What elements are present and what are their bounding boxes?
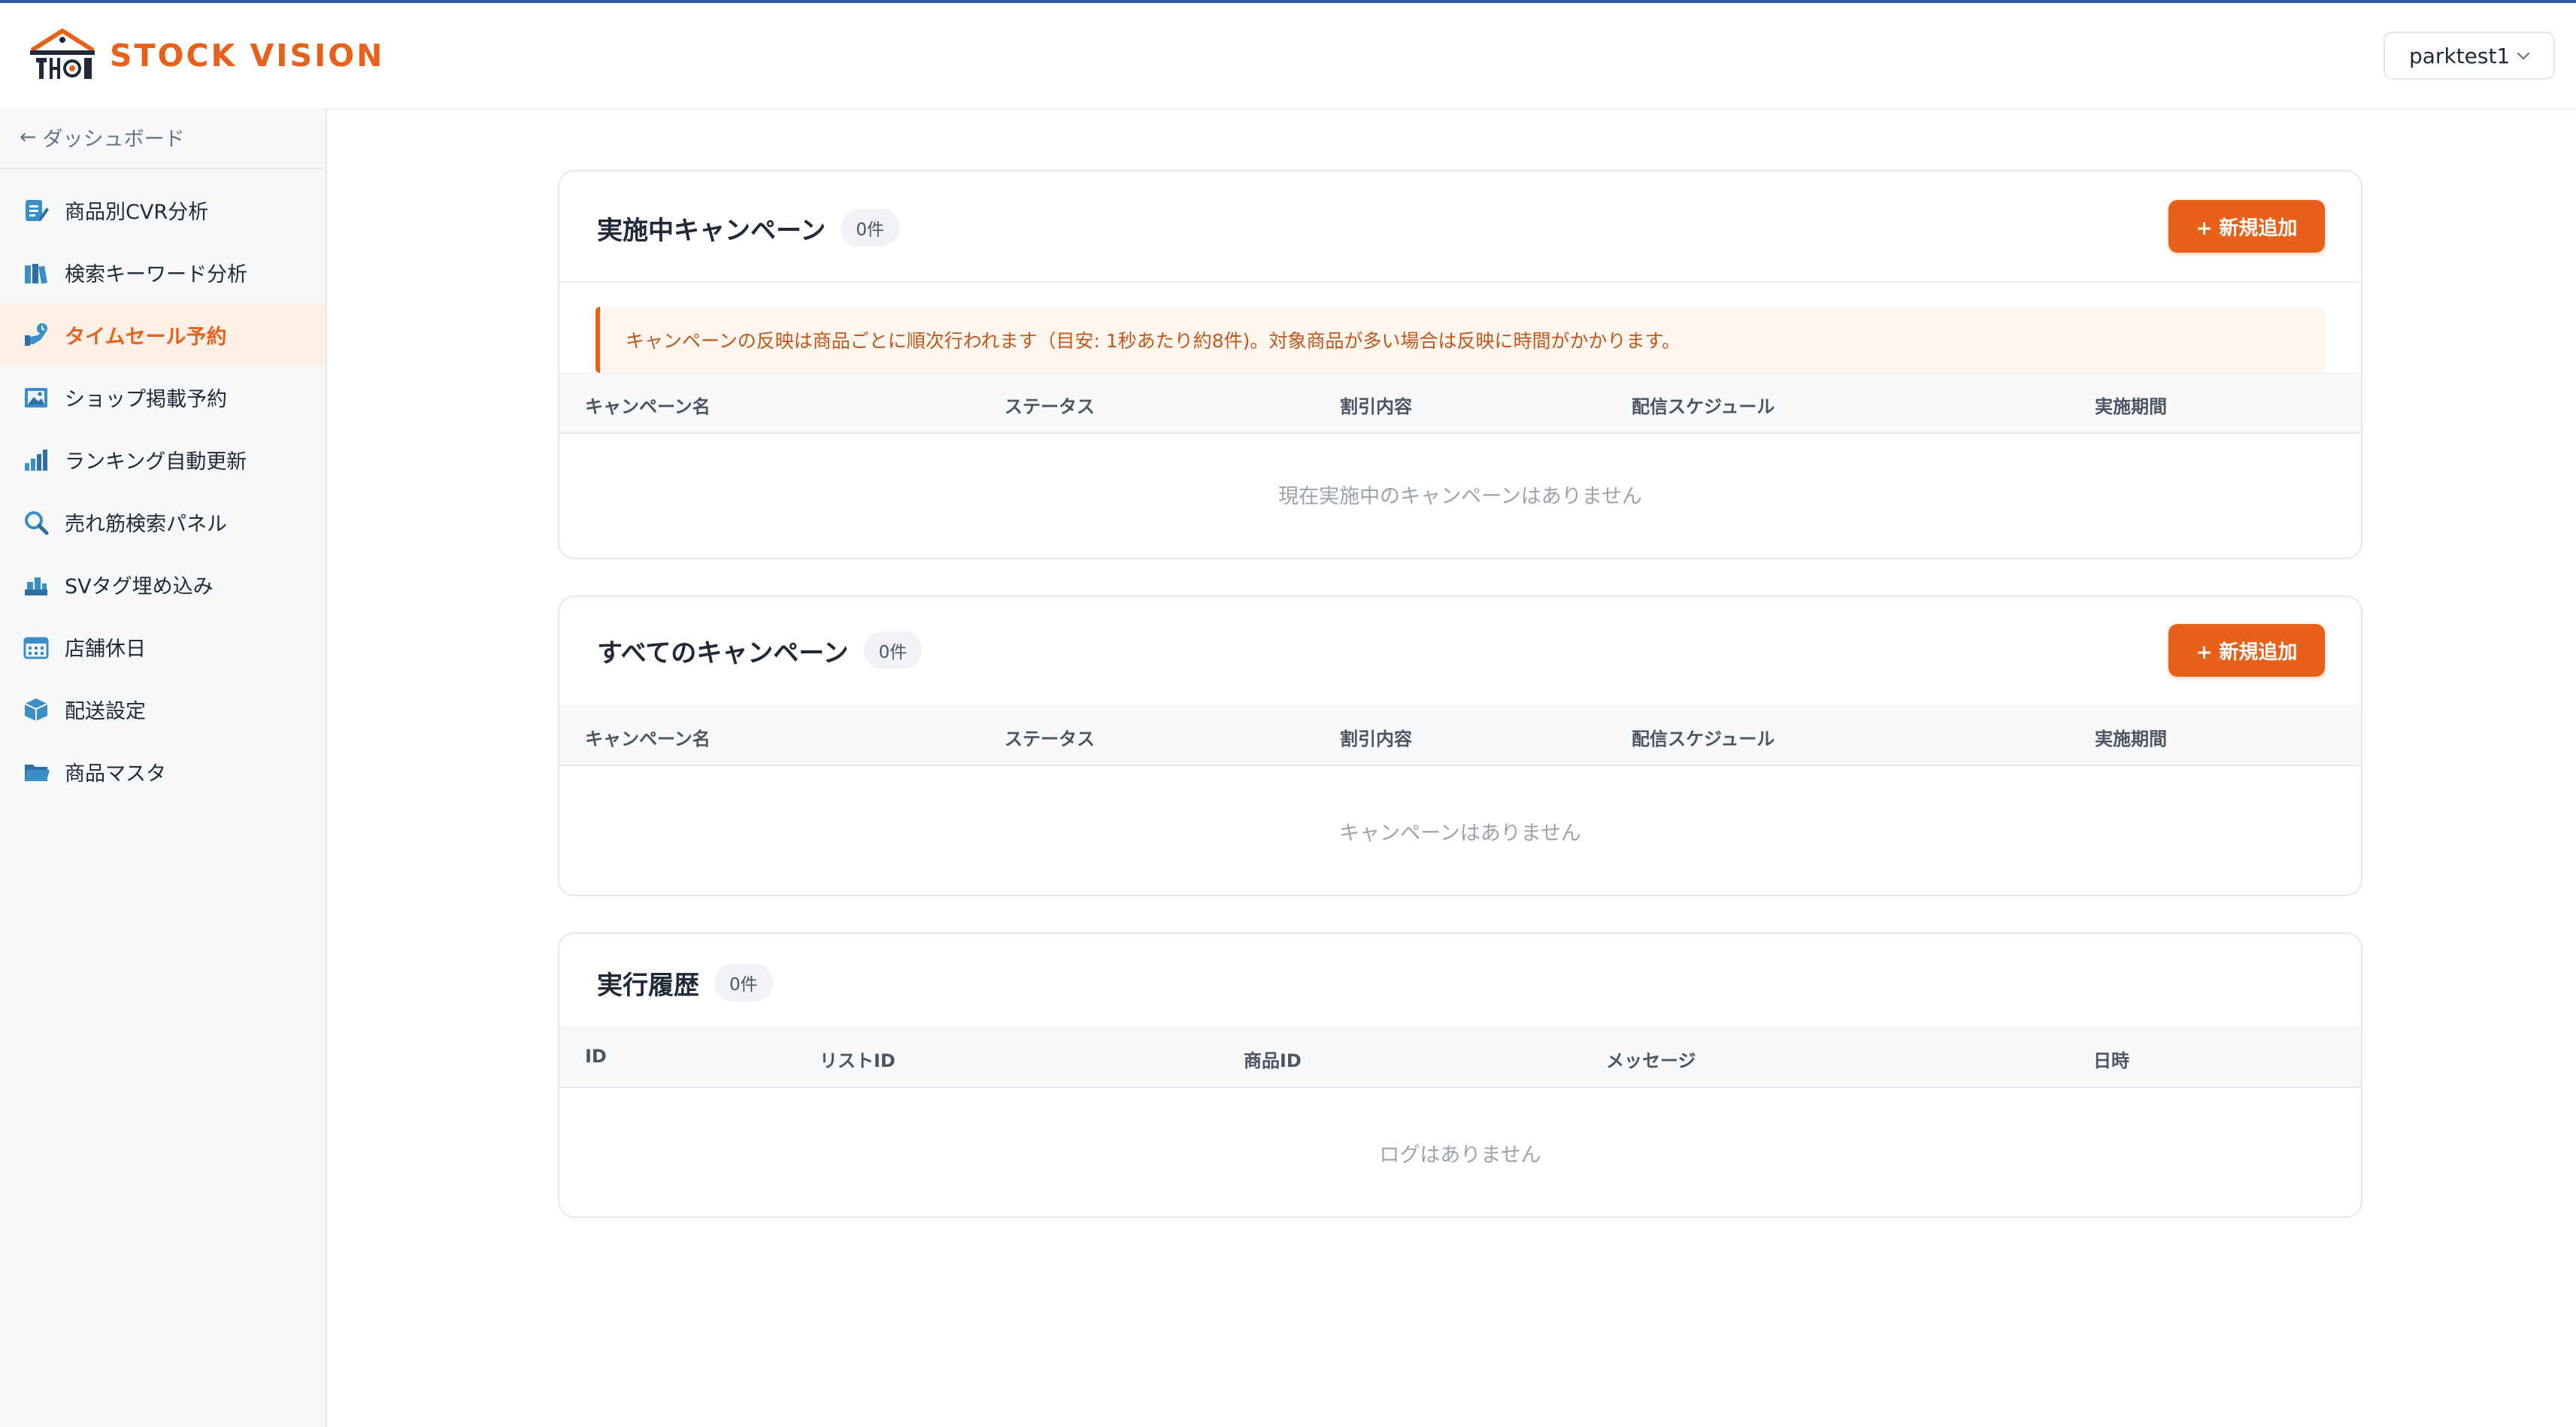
sidebar-item-cvr-analysis[interactable]: 商品別CVR分析	[0, 179, 326, 241]
empty-state: キャンペーンはありません	[1339, 822, 1581, 845]
logo[interactable]: STOCK VISION	[27, 26, 384, 86]
column-header[interactable]: キャンペーン名	[585, 392, 711, 418]
sidebar-item-bestseller-panel[interactable]: 売れ筋検索パネル	[0, 491, 326, 553]
table-header: キャンペーン名 ステータス 割引内容 配信スケジュール 実施期間	[559, 373, 2361, 434]
active-campaigns-title: 実施中キャンペーン	[597, 215, 826, 246]
sidebar-item-sv-tag[interactable]: SVタグ埋め込み	[0, 553, 326, 616]
column-header[interactable]: リストID	[820, 1046, 896, 1072]
sidebar-item-time-sale[interactable]: タイムセール予約	[0, 304, 326, 366]
sidebar-item-shipping-settings[interactable]: 配送設定	[0, 678, 326, 741]
card-title: 実行履歴 0件	[597, 964, 773, 1001]
sidebar-item-label: 店舗休日	[65, 638, 146, 661]
sidebar-item-label: 商品マスタ	[65, 762, 166, 786]
sidebar-item-product-master[interactable]: 商品マスタ	[0, 741, 326, 803]
sidebar-item-shop-listing[interactable]: ショップ掲載予約	[0, 366, 326, 429]
sidebar-item-ranking-update[interactable]: ランキング自動更新	[0, 429, 326, 491]
empty-state: 現在実施中のキャンペーンはありません	[1278, 485, 1642, 508]
column-header[interactable]: 割引内容	[1340, 724, 1412, 750]
all-campaigns-title: すべてのキャンペーン	[597, 638, 849, 668]
picture-icon	[23, 384, 50, 411]
info-notice: キャンペーンの反映は商品ごとに順次行われます（目安: 1秒あたり約8件)。対象商…	[596, 307, 2325, 373]
column-header[interactable]: 実施期間	[2095, 724, 2167, 750]
brand-name: STOCK VISION	[110, 38, 385, 74]
calendar-icon	[23, 634, 50, 661]
arrow-left-icon: ←	[20, 125, 37, 149]
column-header[interactable]: 実施期間	[2095, 392, 2167, 418]
sidebar-divider	[0, 168, 326, 169]
back-to-dashboard-link[interactable]: ← ダッシュボード	[20, 120, 185, 153]
card-title: 実施中キャンペーン 0件	[597, 209, 899, 247]
all-campaigns-card: すべてのキャンペーン 0件 + 新規追加 キャンペーン名 ステータス 割引内容 …	[558, 595, 2362, 896]
edit-document-icon	[23, 197, 50, 224]
column-header[interactable]: 配信スケジュール	[1632, 392, 1774, 418]
add-campaign-button[interactable]: + 新規追加	[2168, 200, 2325, 253]
column-header[interactable]: 商品ID	[1244, 1046, 1302, 1072]
account-name: parktest1	[2409, 43, 2511, 68]
card-title: すべてのキャンペーン 0件	[597, 632, 923, 669]
table-header: キャンペーン名 ステータス 割引内容 配信スケジュール 実施期間	[559, 705, 2361, 766]
sidebar-item-label: ランキング自動更新	[65, 450, 247, 474]
add-campaign-button[interactable]: + 新規追加	[2168, 624, 2325, 677]
folder-icon	[23, 759, 50, 786]
back-label: ダッシュボード	[42, 127, 185, 151]
column-header[interactable]: 日時	[2093, 1046, 2129, 1072]
sidebar-item-keyword-analysis[interactable]: 検索キーワード分析	[0, 241, 326, 304]
history-title: 実行履歴	[597, 970, 699, 1001]
table-header: ID リストID 商品ID メッセージ 日時	[559, 1027, 2361, 1088]
sidebar-item-label: 売れ筋検索パネル	[65, 513, 227, 536]
bar-chart-icon	[23, 447, 50, 474]
execution-history-card: 実行履歴 0件 ID リストID 商品ID メッセージ 日時 ログはありません	[558, 932, 2362, 1218]
count-badge: 0件	[863, 632, 923, 669]
account-dropdown[interactable]: parktest1	[2384, 32, 2555, 80]
sidebar: ← ダッシュボード 商品別CVR分析 検索キーワード分析 タイムセール予約 ショ…	[0, 108, 327, 1427]
column-header[interactable]: ステータス	[1005, 392, 1095, 418]
tag-embed-icon	[23, 571, 50, 598]
active-campaigns-card: 実施中キャンペーン 0件 + 新規追加 キャンペーンの反映は商品ごとに順次行われ…	[558, 170, 2362, 559]
search-icon	[23, 509, 50, 536]
column-header[interactable]: 配信スケジュール	[1632, 724, 1774, 750]
logo-icon	[30, 29, 95, 79]
box-icon	[23, 696, 50, 723]
card-header: 実行履歴 0件	[559, 934, 2361, 1027]
column-header[interactable]: 割引内容	[1340, 392, 1412, 418]
column-header[interactable]: キャンペーン名	[585, 724, 711, 750]
count-badge: 0件	[714, 964, 773, 1001]
chevron-down-icon	[2517, 52, 2530, 60]
hand-timer-icon	[23, 322, 50, 349]
count-badge: 0件	[841, 209, 899, 247]
card-header: 実施中キャンペーン 0件 + 新規追加	[559, 171, 2361, 280]
books-icon	[23, 259, 50, 286]
column-header[interactable]: メッセージ	[1606, 1046, 1696, 1072]
column-header[interactable]: ID	[585, 1046, 607, 1067]
sidebar-item-label: 配送設定	[65, 700, 146, 723]
card-header: すべてのキャンペーン 0件 + 新規追加	[559, 597, 2361, 705]
sidebar-item-store-holiday[interactable]: 店舗休日	[0, 616, 326, 678]
empty-state: ログはありません	[1379, 1144, 1541, 1167]
sidebar-item-label: 検索キーワード分析	[65, 263, 247, 286]
column-header[interactable]: ステータス	[1005, 724, 1095, 750]
sidebar-item-label: ショップ掲載予約	[65, 388, 227, 411]
app-header: STOCK VISION parktest1	[0, 3, 2576, 109]
sidebar-item-label: SVタグ埋め込み	[65, 575, 214, 598]
header-divider	[559, 281, 2361, 283]
sidebar-item-label: 商品別CVR分析	[65, 201, 209, 224]
sidebar-item-label: タイムセール予約	[65, 326, 227, 349]
sidebar-menu: 商品別CVR分析 検索キーワード分析 タイムセール予約 ショップ掲載予約 ランキ…	[0, 179, 326, 803]
